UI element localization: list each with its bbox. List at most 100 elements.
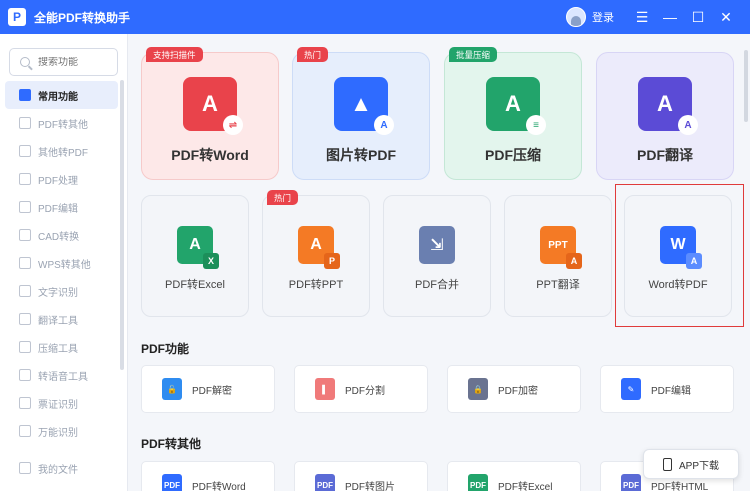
icon-glyph: PPT: [548, 239, 568, 251]
sidebar-item-icon: [19, 117, 31, 129]
sidebar-item-11[interactable]: 票证识别: [5, 389, 118, 417]
icon-glyph: W: [670, 236, 686, 253]
sidebar-item-2[interactable]: 其他转PDF: [5, 137, 118, 165]
sidebar-item-label: PDF编辑: [38, 203, 78, 215]
function-card-label: PDF转HTML: [651, 481, 709, 491]
sidebar-item-label: 票证识别: [38, 399, 78, 411]
card-tag: 热门: [297, 47, 329, 62]
function-card-pdf-word-small[interactable]: PDF PDF转Word: [141, 461, 275, 491]
main-scrollbar[interactable]: [744, 50, 748, 122]
card-label: PDF转PPT: [288, 279, 344, 291]
sidebar-item-6[interactable]: WPS转其他: [5, 249, 118, 277]
sidebar-item-my-files[interactable]: 我的文件: [5, 454, 118, 482]
sidebar-item-icon: [19, 313, 31, 325]
feature-card-pdf-translate[interactable]: A A PDF翻译: [596, 52, 734, 180]
avatar[interactable]: [566, 7, 586, 27]
feature-card-word-to-pdf[interactable]: W A Word转PDF: [624, 195, 732, 317]
sidebar-item-icon: [19, 173, 31, 185]
icon-glyph: A: [189, 236, 201, 253]
pdf-excel-small-icon: PDF: [468, 474, 488, 491]
user-icon: [571, 16, 581, 26]
card-label: PDF合并: [415, 279, 459, 291]
feature-card-pdf-compress[interactable]: 批量压缩 A ≡ PDF压缩: [444, 47, 582, 180]
search-icon: [20, 57, 30, 67]
pdf-merge-icon: ⇲: [419, 226, 455, 264]
icon-glyph: A: [310, 236, 322, 253]
card-label: PPT翻译: [536, 279, 580, 291]
function-card-split[interactable]: ▌ PDF分割: [294, 365, 428, 413]
card-label: 图片转PDF: [326, 147, 396, 163]
sidebar: 常用功能 PDF转其他其他转PDF PDF处理 PDF编辑 CAD转换 WPS转其他文字识…: [0, 34, 128, 491]
search-input[interactable]: [38, 56, 108, 68]
pdf-to-excel-icon: AX: [177, 226, 219, 269]
minimize-icon[interactable]: —: [656, 0, 684, 34]
function-card-unlock[interactable]: 🔓 PDF解密: [141, 365, 275, 413]
lock-icon: 🔒: [468, 378, 488, 400]
card-label: PDF转Excel: [165, 279, 225, 291]
function-card-label: PDF解密: [192, 385, 232, 397]
app-download-button[interactable]: APP下载: [643, 449, 739, 479]
sidebar-item-5[interactable]: CAD转换: [5, 221, 118, 249]
sidebar-nav: 常用功能 PDF转其他其他转PDF PDF处理 PDF编辑 CAD转换 WPS转其他 文字识…: [5, 81, 118, 445]
sidebar-item-icon: [19, 89, 31, 101]
sidebar-item-label: 转语音工具: [38, 371, 88, 383]
icon-badge: P: [324, 253, 340, 269]
icon-glyph: A: [505, 91, 521, 116]
ppt-translate-icon: PPT A: [540, 226, 582, 269]
icon-glyph: ▲: [350, 91, 372, 116]
main-content: PDF功能 PDF转其他 支持扫描件 A ⇌ PDF转Word 热门 ▲ A 图片转PDF 批量…: [128, 34, 750, 491]
icon-glyph: ⇲: [430, 237, 444, 254]
sidebar-item-icon: [19, 201, 31, 213]
login-button[interactable]: 登录: [592, 9, 614, 25]
pdf-image-small-icon: PDF: [315, 474, 335, 491]
sidebar-item-4[interactable]: PDF编辑: [5, 193, 118, 221]
sidebar-item-0[interactable]: 常用功能: [5, 81, 118, 109]
card-label: PDF翻译: [637, 147, 693, 163]
sidebar-item-label: CAD转换: [38, 231, 80, 243]
section-title-pdf-to-other: PDF转其他: [141, 437, 202, 451]
edit-icon: ✎: [621, 378, 641, 400]
maximize-icon[interactable]: ☐: [684, 0, 712, 34]
split-icon: ▌: [315, 378, 335, 400]
feature-card-pdf-to-excel[interactable]: A X PDF转Excel: [141, 195, 249, 317]
sidebar-item-label: 文字识别: [38, 287, 78, 299]
feature-card-pdf-merge[interactable]: ⇲ PDF合并: [383, 195, 491, 317]
menu-icon[interactable]: ☰: [628, 0, 656, 34]
function-card-pdf-excel-small[interactable]: PDF PDF转Excel: [447, 461, 581, 491]
card-label: PDF转Word: [171, 147, 249, 163]
sidebar-scrollbar[interactable]: [120, 80, 124, 370]
card-tag: 热门: [267, 190, 299, 205]
sidebar-item-label: 压缩工具: [38, 343, 78, 355]
app-logo-icon: P: [8, 8, 26, 26]
function-card-edit[interactable]: ✎ PDF编辑: [600, 365, 734, 413]
sidebar-item-12[interactable]: 万能识别: [5, 417, 118, 445]
card-tag: 批量压缩: [449, 47, 498, 62]
sidebar-item-3[interactable]: PDF处理: [5, 165, 118, 193]
sidebar-item-label: PDF转其他: [38, 119, 88, 131]
feature-card-pdf-to-word[interactable]: 支持扫描件 A ⇌ PDF转Word: [141, 47, 279, 180]
icon-badge: ≡: [526, 115, 546, 135]
phone-icon: [662, 457, 672, 471]
pdf-to-word-icon: A ⇌: [183, 77, 243, 135]
card-label: Word转PDF: [648, 279, 708, 291]
icon-badge: A: [566, 253, 582, 269]
icon-badge: A: [686, 253, 702, 269]
sidebar-item-label: 翻译工具: [38, 315, 78, 327]
app-title: 全能PDF转换助手: [34, 10, 131, 25]
function-card-lock[interactable]: 🔒 PDF加密: [447, 365, 581, 413]
sidebar-item-7[interactable]: 文字识别: [5, 277, 118, 305]
search-box[interactable]: [9, 48, 118, 76]
sidebar-item-9[interactable]: 压缩工具: [5, 333, 118, 361]
feature-card-image-to-pdf[interactable]: 热门 ▲ A 图片转PDF: [292, 47, 430, 180]
feature-card-ppt-translate[interactable]: PPT A PPT翻译: [504, 195, 612, 317]
sidebar-item-8[interactable]: 翻译工具: [5, 305, 118, 333]
sidebar-item-icon: [19, 397, 31, 409]
sidebar-item-label: WPS转其他: [38, 259, 91, 271]
pdf-html-small-icon: PDF: [621, 474, 641, 491]
close-icon[interactable]: ✕: [712, 0, 740, 34]
sidebar-item-10[interactable]: 转语音工具: [5, 361, 118, 389]
folder-icon: [19, 462, 31, 474]
function-card-pdf-image-small[interactable]: PDF PDF转图片: [294, 461, 428, 491]
sidebar-item-1[interactable]: PDF转其他: [5, 109, 118, 137]
feature-card-pdf-to-ppt[interactable]: 热门 A P PDF转PPT: [262, 190, 370, 317]
